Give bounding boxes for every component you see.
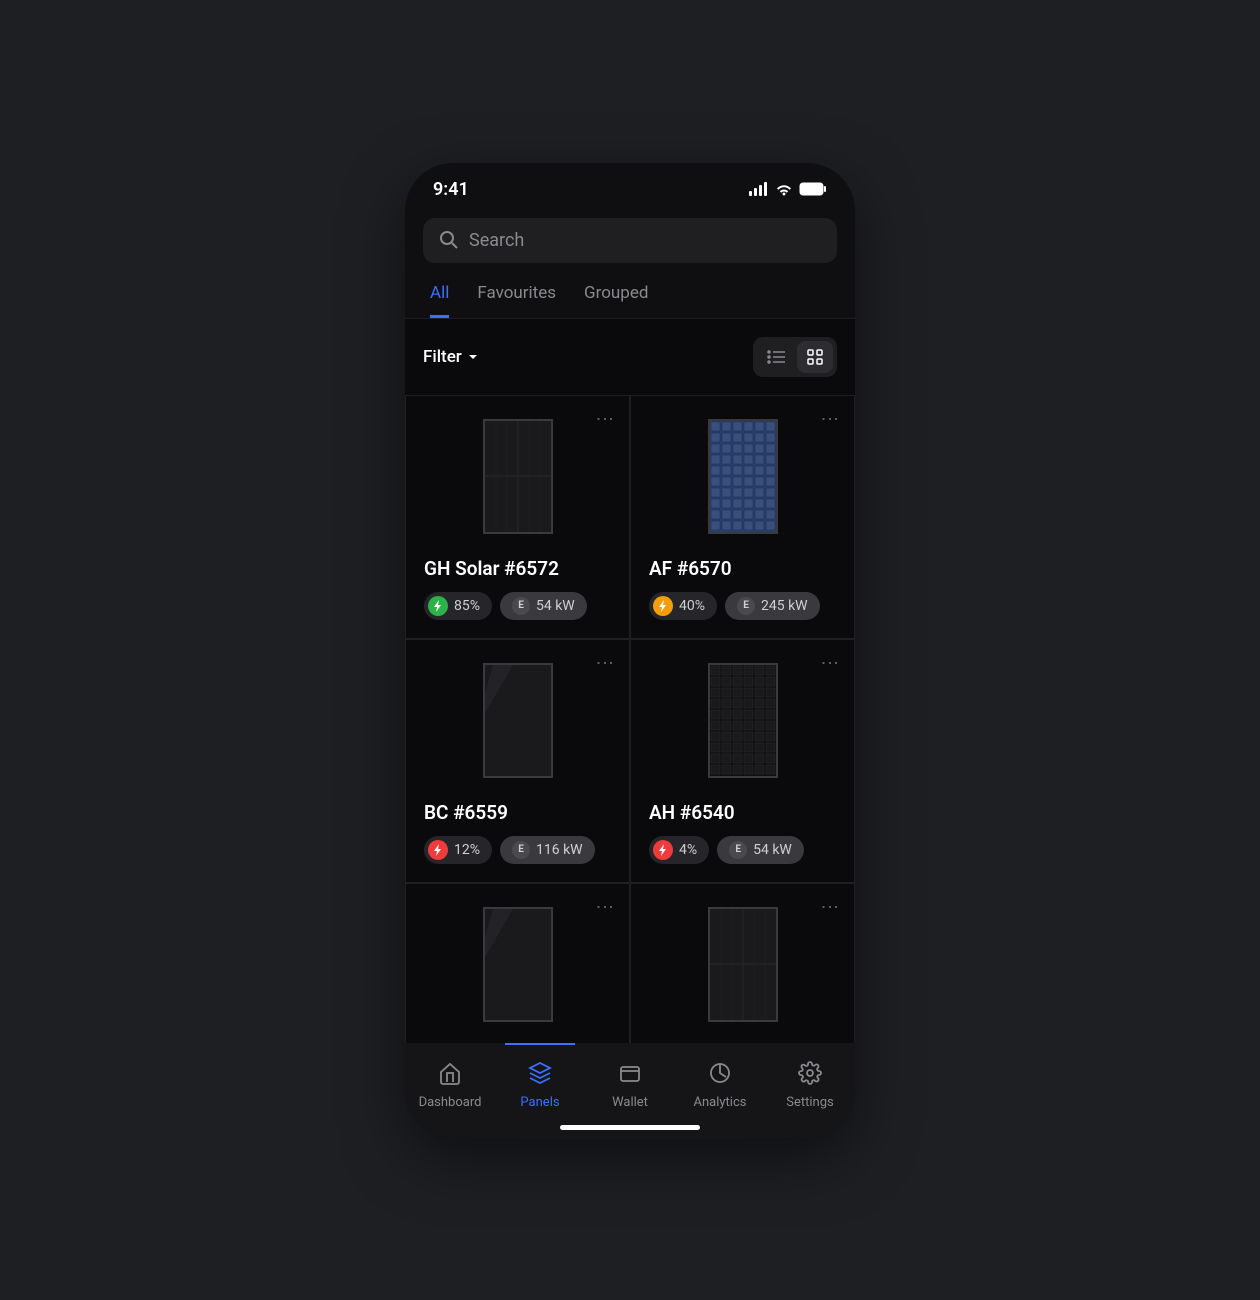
panel-image bbox=[424, 414, 611, 539]
filter-button[interactable]: Filter bbox=[423, 347, 478, 367]
panel-card[interactable]: ⋮ GH Solar #6572 85% E 54 kW bbox=[405, 395, 630, 639]
energy-icon: E bbox=[512, 597, 530, 615]
search-placeholder: Search bbox=[469, 230, 524, 251]
home-indicator bbox=[560, 1125, 700, 1130]
energy-badge: E 54 kW bbox=[717, 836, 804, 864]
panel-image bbox=[424, 658, 611, 783]
panel-image bbox=[649, 902, 836, 1027]
nav-panels[interactable]: Panels bbox=[495, 1055, 585, 1110]
energy-icon: E bbox=[737, 597, 755, 615]
panel-card[interactable]: ⋮ AF #6570 40% E 245 kW bbox=[630, 395, 855, 639]
card-menu-button[interactable]: ⋮ bbox=[819, 898, 840, 914]
panel-name: AF #6570 bbox=[649, 557, 836, 580]
badges: 40% E 245 kW bbox=[649, 592, 836, 620]
bolt-icon bbox=[653, 840, 673, 860]
nav-settings[interactable]: Settings bbox=[765, 1055, 855, 1110]
panel-name: GH Solar #6572 bbox=[424, 557, 611, 580]
energy-icon: E bbox=[729, 841, 747, 859]
nav-wallet[interactable]: Wallet bbox=[585, 1055, 675, 1110]
panel-card[interactable]: ⋮ BC #6559 12% E 116 kW bbox=[405, 639, 630, 883]
wifi-icon bbox=[775, 182, 793, 196]
layers-icon bbox=[528, 1061, 552, 1089]
nav-dashboard[interactable]: Dashboard bbox=[405, 1055, 495, 1110]
panel-image bbox=[424, 902, 611, 1027]
view-toggle bbox=[753, 337, 837, 377]
list-icon bbox=[767, 350, 785, 364]
charge-badge: 40% bbox=[649, 592, 717, 620]
card-menu-button[interactable]: ⋮ bbox=[819, 654, 840, 670]
energy-value: 116 kW bbox=[536, 842, 583, 858]
energy-value: 54 kW bbox=[536, 598, 575, 614]
nav-analytics[interactable]: Analytics bbox=[675, 1055, 765, 1110]
nav-label: Panels bbox=[520, 1095, 559, 1110]
filter-label: Filter bbox=[423, 347, 462, 367]
panel-name: BC #6559 bbox=[424, 801, 611, 824]
charge-badge: 85% bbox=[424, 592, 492, 620]
grid-view-button[interactable] bbox=[797, 341, 833, 373]
energy-icon: E bbox=[512, 841, 530, 859]
list-view-button[interactable] bbox=[757, 341, 795, 373]
energy-badge: E 245 kW bbox=[725, 592, 820, 620]
energy-value: 245 kW bbox=[761, 598, 808, 614]
panel-card[interactable]: ⋮ bbox=[405, 883, 630, 1064]
bolt-icon bbox=[428, 840, 448, 860]
charge-value: 12% bbox=[454, 842, 480, 858]
panel-image bbox=[649, 414, 836, 539]
status-icons bbox=[749, 182, 827, 196]
panel-name: AH #6540 bbox=[649, 801, 836, 824]
wallet-icon bbox=[618, 1061, 642, 1089]
chart-icon bbox=[708, 1061, 732, 1089]
badges: 85% E 54 kW bbox=[424, 592, 611, 620]
status-bar: 9:41 bbox=[405, 163, 855, 208]
gear-icon bbox=[798, 1061, 822, 1089]
panel-card[interactable]: ⋮ AH #6540 4% E 54 kW bbox=[630, 639, 855, 883]
charge-value: 85% bbox=[454, 598, 480, 614]
tab-grouped[interactable]: Grouped bbox=[584, 283, 648, 318]
bolt-icon bbox=[653, 596, 673, 616]
grid-icon bbox=[807, 349, 823, 365]
nav-label: Dashboard bbox=[419, 1095, 482, 1110]
battery-icon bbox=[799, 182, 827, 196]
energy-badge: E 116 kW bbox=[500, 836, 595, 864]
bottom-nav: Dashboard Panels Wallet Analytics Settings bbox=[405, 1043, 855, 1138]
home-icon bbox=[438, 1061, 462, 1089]
search-input[interactable]: Search bbox=[423, 218, 837, 263]
energy-badge: E 54 kW bbox=[500, 592, 587, 620]
panel-grid-container[interactable]: ⋮ GH Solar #6572 85% E 54 kW ⋮ AF #6570 bbox=[405, 395, 855, 1095]
energy-value: 54 kW bbox=[753, 842, 792, 858]
nav-label: Settings bbox=[786, 1095, 833, 1110]
charge-value: 40% bbox=[679, 598, 705, 614]
nav-label: Analytics bbox=[694, 1095, 747, 1110]
tab-favourites[interactable]: Favourites bbox=[477, 283, 556, 318]
panel-grid: ⋮ GH Solar #6572 85% E 54 kW ⋮ AF #6570 bbox=[405, 395, 855, 1064]
phone-frame: 9:41 Search All Favourites Grouped Filte… bbox=[405, 163, 855, 1138]
panel-card[interactable]: ⋮ bbox=[630, 883, 855, 1064]
card-menu-button[interactable]: ⋮ bbox=[594, 654, 615, 670]
card-menu-button[interactable]: ⋮ bbox=[594, 410, 615, 426]
panel-image bbox=[649, 658, 836, 783]
bolt-icon bbox=[428, 596, 448, 616]
tabs: All Favourites Grouped bbox=[405, 273, 855, 318]
charge-value: 4% bbox=[679, 842, 697, 858]
card-menu-button[interactable]: ⋮ bbox=[819, 410, 840, 426]
cellular-icon bbox=[749, 182, 769, 196]
charge-badge: 12% bbox=[424, 836, 492, 864]
badges: 12% E 116 kW bbox=[424, 836, 611, 864]
search-icon bbox=[439, 230, 459, 250]
chevron-down-icon bbox=[468, 353, 478, 361]
status-time: 9:41 bbox=[433, 179, 469, 200]
nav-label: Wallet bbox=[612, 1095, 648, 1110]
charge-badge: 4% bbox=[649, 836, 709, 864]
filter-bar: Filter bbox=[405, 318, 855, 395]
tab-all[interactable]: All bbox=[430, 283, 449, 318]
card-menu-button[interactable]: ⋮ bbox=[594, 898, 615, 914]
badges: 4% E 54 kW bbox=[649, 836, 836, 864]
